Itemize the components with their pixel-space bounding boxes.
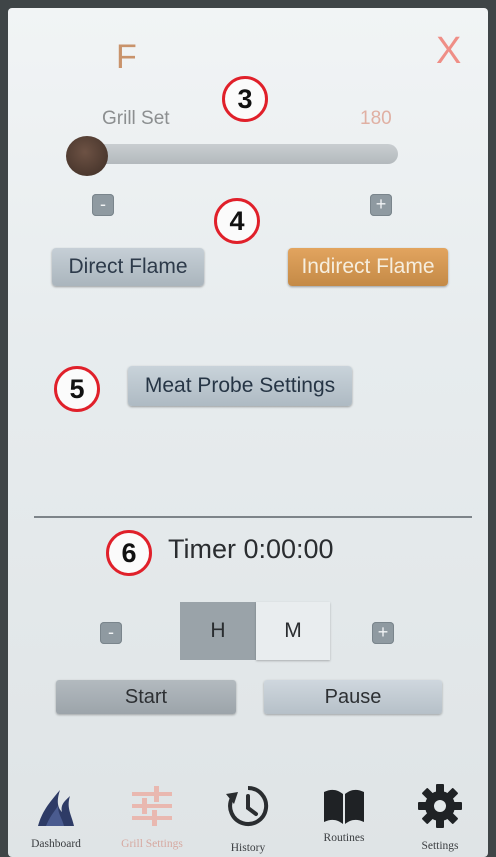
timer-decrease-button[interactable]: -: [100, 622, 122, 644]
annotation-marker-6: 6: [106, 530, 152, 576]
annotation-marker-5: 5: [54, 366, 100, 412]
divider: [34, 516, 472, 518]
temperature-unit[interactable]: F: [116, 38, 137, 77]
sliders-icon: [132, 786, 172, 826]
nav-history[interactable]: History: [200, 768, 296, 857]
nav-settings[interactable]: Settings: [392, 768, 488, 857]
minutes-button[interactable]: M: [256, 602, 330, 660]
timer-start-button[interactable]: Start: [56, 680, 236, 714]
grill-increase-button[interactable]: +: [370, 194, 392, 216]
slider-thumb[interactable]: [66, 136, 108, 176]
nav-label-history: History: [230, 842, 266, 854]
close-button[interactable]: X: [436, 30, 461, 73]
nav-label-routines: Routines: [323, 832, 365, 844]
nav-label-settings: Settings: [421, 840, 459, 852]
nav-dashboard[interactable]: Dashboard: [8, 768, 104, 857]
grill-set-value: 180: [360, 108, 392, 129]
nav-label-grill-settings: Grill Settings: [121, 838, 183, 850]
timer-pause-button[interactable]: Pause: [264, 680, 442, 714]
bottom-nav: Dashboard Grill Settings History Routine…: [8, 768, 488, 857]
history-icon: [226, 785, 269, 826]
grill-decrease-button[interactable]: -: [92, 194, 114, 216]
nav-grill-settings[interactable]: Grill Settings: [104, 768, 200, 857]
annotation-marker-4: 4: [214, 198, 260, 244]
timer-increase-button[interactable]: +: [372, 622, 394, 644]
timer-display: Timer 0:00:00: [168, 534, 334, 564]
screen: F X 3 Grill Set 180 - 4 + Direct Flame I…: [8, 8, 488, 857]
hours-button[interactable]: H: [180, 602, 256, 660]
annotation-marker-3: 3: [222, 76, 268, 122]
flame-icon: [38, 790, 74, 826]
grill-temp-slider[interactable]: [80, 144, 398, 164]
indirect-flame-button[interactable]: Indirect Flame: [288, 248, 448, 286]
book-icon: [324, 789, 364, 824]
nav-label-dashboard: Dashboard: [31, 838, 81, 850]
gear-icon: [418, 784, 462, 828]
grill-set-label: Grill Set: [102, 108, 170, 129]
meat-probe-settings-button[interactable]: Meat Probe Settings: [128, 366, 352, 406]
nav-routines[interactable]: Routines: [296, 768, 392, 857]
direct-flame-button[interactable]: Direct Flame: [52, 248, 204, 286]
